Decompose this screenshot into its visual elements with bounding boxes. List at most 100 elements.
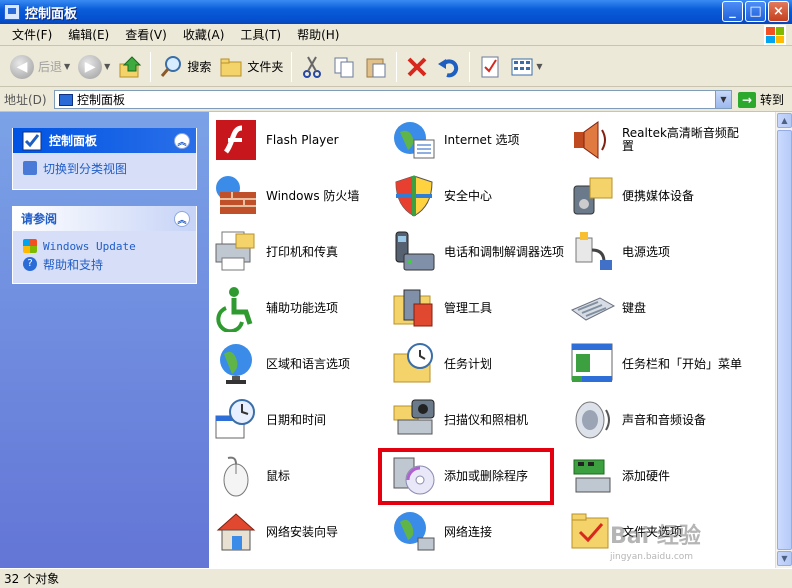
status-bar: 32 个对象 (0, 568, 792, 588)
item-label: 网络安装向导 (266, 524, 339, 539)
help-support-label: 帮助和支持 (43, 257, 104, 272)
see-also-header[interactable]: 请参阅 ︽ (13, 206, 196, 231)
windows-update-icon (23, 239, 37, 253)
control-panel-item[interactable]: 任务栏和「开始」菜单 (568, 338, 743, 390)
menu-favorites[interactable]: 收藏(A) (175, 26, 233, 43)
control-panel-item[interactable]: 日期和时间 (212, 394, 387, 446)
address-dropdown-icon[interactable]: ▼ (715, 91, 731, 108)
control-panel-section-header[interactable]: 控制面板 ︽ (13, 128, 196, 153)
control-panel-item[interactable]: 添加硬件 (568, 450, 743, 502)
control-panel-item[interactable]: Flash Player (212, 114, 387, 166)
close-button[interactable]: × (768, 1, 789, 22)
item-label: 安全中心 (444, 188, 493, 203)
control-panel-item[interactable]: 管理工具 (390, 282, 565, 334)
menu-tools[interactable]: 工具(T) (232, 26, 289, 43)
control-panel-item[interactable]: 鼠标 (212, 450, 387, 502)
control-panel-item[interactable]: Internet 选项 (390, 114, 565, 166)
item-label: Realtek高清晰音频配置 (622, 126, 739, 153)
item-label: 便携媒体设备 (622, 188, 695, 203)
switch-view-label: 切换到分类视图 (43, 161, 128, 176)
red-highlight-box (378, 448, 554, 505)
delete-button[interactable] (401, 50, 433, 84)
go-arrow-icon: → (738, 91, 756, 108)
windows-update-label: Windows Update (43, 239, 136, 253)
vertical-scrollbar[interactable]: ▲ ▼ (775, 112, 792, 568)
control-panel-item[interactable]: 打印机和传真 (212, 226, 387, 278)
control-panel-icon (4, 4, 20, 20)
folders-icon (220, 58, 242, 76)
item-label: 网络连接 (444, 524, 493, 539)
search-button[interactable]: 搜索 (155, 50, 215, 84)
scroll-up-arrow-icon[interactable]: ▲ (777, 113, 792, 128)
collapse-chevron-icon[interactable]: ︽ (174, 133, 190, 149)
control-panel-item[interactable]: 区域和语言选项 (212, 338, 387, 390)
paste-icon (366, 58, 386, 77)
admin-tools-icon (390, 284, 438, 332)
menu-file[interactable]: 文件(F) (4, 26, 60, 43)
back-dropdown-icon[interactable]: ▼ (64, 62, 70, 71)
back-button[interactable]: ◀ 后退 ▼ (6, 50, 74, 84)
maximize-button[interactable]: □ (745, 1, 766, 22)
control-panel-item[interactable]: 安全中心 (390, 170, 565, 222)
windows-update-link[interactable]: Windows Update (23, 237, 186, 255)
up-folder-button[interactable] (114, 50, 146, 84)
control-panel-item[interactable]: 电源选项 (568, 226, 743, 278)
item-label: 任务计划 (444, 356, 493, 371)
control-panel-section-title: 控制面板 (49, 134, 98, 148)
internet-options-icon (390, 116, 438, 164)
control-panel-item[interactable]: 便携媒体设备 (568, 170, 743, 222)
control-panel-item[interactable]: 网络连接 (390, 506, 565, 558)
delete-x-icon (407, 57, 427, 76)
control-panel-item[interactable]: 扫描仪和照相机 (390, 394, 565, 446)
category-view-icon (23, 161, 37, 175)
control-panel-item[interactable]: 辅助功能选项 (212, 282, 387, 334)
control-panel-item[interactable]: 声音和音频设备 (568, 394, 743, 446)
printer-icon (212, 228, 260, 276)
address-bar: 地址(D) 控制面板 ▼ → 转到 (0, 88, 792, 112)
go-label: 转到 (760, 93, 785, 107)
control-panel-item[interactable]: 网络安装向导 (212, 506, 387, 558)
control-panel-item[interactable]: 任务计划 (390, 338, 565, 390)
network-home-icon (212, 508, 260, 556)
watermark-title: Bai 经验 (610, 524, 701, 549)
cut-button[interactable] (296, 50, 328, 84)
control-panel-item[interactable]: 电话和调制解调器选项 (390, 226, 565, 278)
folders-button[interactable]: 文件夹 (215, 50, 287, 84)
paste-button[interactable] (360, 50, 392, 84)
copy-icon (334, 57, 354, 77)
address-label: 地址(D) (4, 93, 47, 107)
network-connections-icon (390, 508, 438, 556)
item-label: 辅助功能选项 (266, 300, 339, 315)
scroll-thumb[interactable] (777, 130, 792, 550)
go-button[interactable]: → 转到 (738, 91, 784, 108)
menu-view[interactable]: 查看(V) (117, 26, 175, 43)
control-panel-item[interactable]: Windows 防火墙 (212, 170, 387, 222)
phone-modem-icon (390, 228, 438, 276)
undo-button[interactable] (433, 50, 465, 84)
switch-to-category-view-link[interactable]: 切换到分类视图 (23, 159, 186, 177)
control-panel-item[interactable]: Realtek高清晰音频配置 (568, 114, 743, 166)
copy-button[interactable] (328, 50, 360, 84)
scroll-down-arrow-icon[interactable]: ▼ (777, 551, 792, 566)
menu-edit[interactable]: 编辑(E) (60, 26, 117, 43)
task-pane: 控制面板 ︽ 切换到分类视图 请参阅 ︽ Windows Update ? 帮助… (0, 112, 209, 568)
menu-help[interactable]: 帮助(H) (289, 26, 347, 43)
control-panel-item[interactable]: 键盘 (568, 282, 743, 334)
item-label: 打印机和传真 (266, 244, 339, 259)
watermark-url: jingyan.baidu.com (610, 552, 694, 562)
views-dropdown-icon[interactable]: ▼ (536, 62, 542, 71)
address-field[interactable]: 控制面板 ▼ (54, 90, 732, 109)
folders-label: 文件夹 (247, 60, 284, 74)
minimize-button[interactable]: _ (722, 1, 743, 22)
collapse-chevron-icon[interactable]: ︽ (174, 211, 190, 227)
views-button[interactable]: ▼ (506, 50, 546, 84)
power-plug-icon (568, 228, 616, 276)
properties-button[interactable] (474, 50, 506, 84)
forward-button[interactable]: ▶ ▼ (74, 50, 114, 84)
help-support-link[interactable]: ? 帮助和支持 (23, 255, 186, 273)
accessibility-icon (212, 284, 260, 332)
forward-dropdown-icon[interactable]: ▼ (104, 62, 110, 71)
mouse-icon (212, 452, 260, 500)
item-label: 管理工具 (444, 300, 493, 315)
see-also-title: 请参阅 (21, 212, 58, 226)
